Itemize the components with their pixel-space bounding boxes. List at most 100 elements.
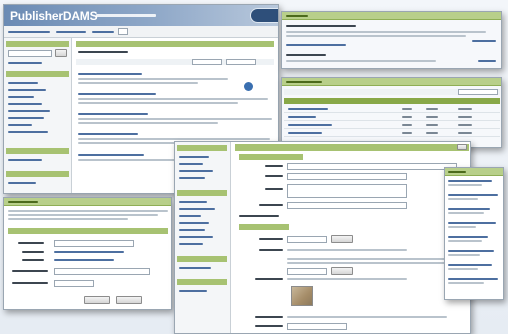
sidebar-item[interactable] [8,89,46,91]
radio-option[interactable] [54,251,124,253]
sidebar-item[interactable] [8,159,42,161]
intro-text [8,210,168,212]
list-item-link[interactable] [448,194,498,196]
list-item-link[interactable] [448,236,488,238]
list-item-link[interactable] [448,222,496,224]
filter-select[interactable] [458,89,498,95]
per-page-select[interactable] [226,59,256,65]
top-nav[interactable] [4,26,278,38]
list-item-link[interactable] [448,264,492,266]
text-field[interactable] [287,173,407,180]
text-field[interactable] [287,268,327,275]
list-item-link[interactable] [448,208,490,210]
table-cell-link[interactable] [288,116,316,118]
sidebar-item[interactable] [179,243,203,245]
result-title-link[interactable] [78,133,138,135]
sidebar-item[interactable] [179,177,205,179]
table-cell [426,132,438,134]
sidebar-item[interactable] [179,215,201,217]
result-text [78,98,268,100]
sidebar-item[interactable] [179,208,215,210]
list-item-link[interactable] [448,180,492,182]
sidebar-search-button[interactable] [55,49,67,57]
sidebar-header [6,171,69,177]
result-title-link[interactable] [78,154,144,156]
result-title-link[interactable] [78,113,148,115]
sidebar-item[interactable] [8,96,34,98]
field-label [259,238,283,240]
sidebar-item[interactable] [179,163,203,165]
list-item-link[interactable] [448,278,498,280]
sidebar-item[interactable] [8,110,50,112]
sidebar-item[interactable] [8,131,48,133]
field-label [259,204,283,206]
text-field[interactable] [54,240,134,247]
nav-link[interactable] [56,31,86,33]
field-label [239,215,279,217]
sidebar-item[interactable] [8,103,42,105]
list-item-meta [448,198,478,200]
form-window [3,197,172,310]
radio-option[interactable] [54,259,114,261]
nav-search-box[interactable] [118,28,128,35]
text-field[interactable] [287,202,407,209]
table-cell [458,124,472,126]
upload-button[interactable] [331,267,353,275]
close-button[interactable] [457,144,467,150]
table-cell [426,116,438,118]
link[interactable] [478,60,496,62]
description-textarea[interactable] [287,184,407,198]
table-cell-link[interactable] [288,124,332,126]
intro-text [8,214,158,216]
sidebar-search-input[interactable] [8,50,52,57]
list-window [444,167,504,300]
table-cell [458,132,472,134]
select-field[interactable] [54,268,150,275]
table-cell [426,108,438,110]
result-title-link[interactable] [78,93,156,95]
list-item-meta [448,226,476,228]
sidebar-item[interactable] [8,117,44,119]
browse-button[interactable] [331,235,353,243]
sidebar-item[interactable] [179,170,213,172]
submit-button[interactable] [84,296,110,304]
sidebar-header [177,256,227,262]
list-item-link[interactable] [448,250,494,252]
sidebar-item[interactable] [8,82,38,84]
field-label [255,316,283,318]
sidebar-item[interactable] [179,236,213,238]
nav-link[interactable] [92,31,114,33]
window-header [282,78,501,86]
sidebar-item[interactable] [179,222,209,224]
link[interactable] [286,44,346,46]
table-cell-link[interactable] [288,108,328,110]
result-text [78,122,218,124]
sidebar-item[interactable] [179,156,209,158]
sort-select[interactable] [192,59,222,65]
list-item-meta [448,268,478,270]
result-text [78,102,238,104]
nav-link[interactable] [8,31,50,33]
edit-form [235,144,469,333]
link[interactable] [472,40,496,42]
result-title-link[interactable] [78,73,142,75]
sidebar-item[interactable] [179,201,207,203]
cancel-button[interactable] [116,296,142,304]
select-field[interactable] [287,323,347,330]
sidebar-item[interactable] [179,229,205,231]
sidebar-item[interactable] [179,290,207,292]
text-field[interactable] [287,236,327,243]
sidebar-item[interactable] [8,182,36,184]
form-section-tab[interactable] [239,224,289,230]
list-item-meta [448,184,482,186]
table-cell-link[interactable] [288,132,322,134]
edit-sidebar [175,142,231,333]
sidebar-link[interactable] [8,62,42,64]
form-section-tab[interactable] [239,154,303,160]
sidebar-header [6,71,69,77]
text-field[interactable] [54,280,94,287]
title-field[interactable] [287,163,457,170]
sidebar-item[interactable] [179,267,211,269]
info-icon[interactable] [244,82,253,91]
sidebar-item[interactable] [8,124,32,126]
